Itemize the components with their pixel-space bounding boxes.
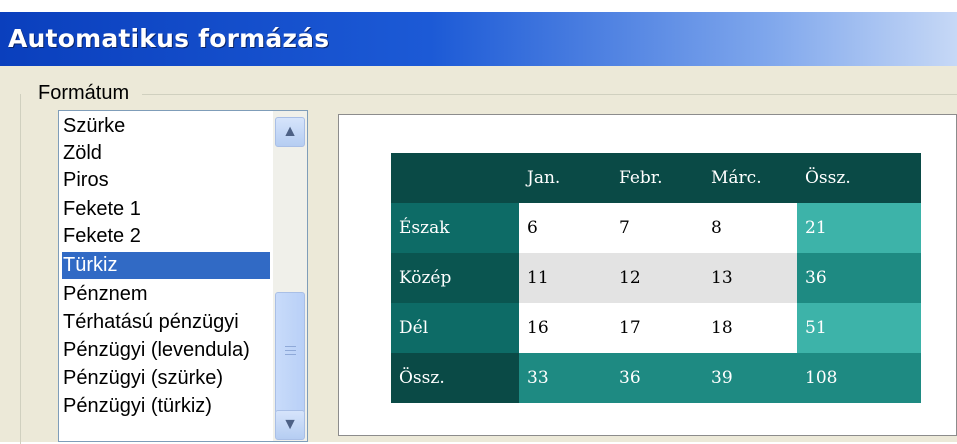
scroll-thumb[interactable] <box>275 292 305 414</box>
format-list-item[interactable]: Fekete 1 <box>63 196 141 223</box>
group-border-top <box>142 94 957 95</box>
total-cell: 33 <box>519 353 611 403</box>
table-cell: 17 <box>611 303 703 353</box>
table-total-row: Össz. 33 36 39 108 <box>391 353 921 403</box>
row-header-cell: Észak <box>391 203 519 253</box>
table-cell: 13 <box>703 253 797 303</box>
chevron-up-icon: ▲ <box>282 123 298 140</box>
format-list-item[interactable]: Pénzügyi (levendula) <box>63 337 250 364</box>
table-cell: 7 <box>611 203 703 253</box>
header-cell: Márc. <box>703 153 797 203</box>
format-list-item[interactable]: Zöld <box>63 140 102 167</box>
table-cell: 12 <box>611 253 703 303</box>
format-listbox[interactable]: Szürke Zöld Piros Fekete 1 Fekete 2 Türk… <box>58 110 308 442</box>
format-list-item-selected[interactable]: Türkiz <box>62 252 270 279</box>
format-group-caption: Formátum <box>33 82 135 105</box>
dialog-title-bar[interactable]: Automatikus formázás <box>0 12 957 66</box>
grip-line <box>285 354 296 355</box>
format-list-item[interactable]: Szürke <box>63 113 125 140</box>
format-list-item[interactable]: Pénznem <box>63 281 148 308</box>
total-cell: 36 <box>611 353 703 403</box>
table-row: Közép 11 12 13 36 <box>391 253 921 303</box>
sum-cell: 36 <box>797 253 921 303</box>
grip-line <box>285 350 296 351</box>
grip-line <box>285 346 296 347</box>
total-cell: 108 <box>797 353 921 403</box>
sum-cell: 21 <box>797 203 921 253</box>
group-border-left <box>20 94 21 444</box>
header-cell: Jan. <box>519 153 611 203</box>
table-header-row: Jan. Febr. Márc. Össz. <box>391 153 921 203</box>
scroll-up-button[interactable]: ▲ <box>275 117 305 147</box>
dialog-body: Formátum Szürke Zöld Piros Fekete 1 Feke… <box>0 66 957 444</box>
total-cell: 39 <box>703 353 797 403</box>
format-list-item[interactable]: Fekete 2 <box>63 223 141 250</box>
row-header-cell: Össz. <box>391 353 519 403</box>
chevron-down-icon: ▼ <box>282 416 298 433</box>
table-row: Észak 6 7 8 21 <box>391 203 921 253</box>
table-cell: 8 <box>703 203 797 253</box>
table-cell: 16 <box>519 303 611 353</box>
row-header-cell: Dél <box>391 303 519 353</box>
dialog-title: Automatikus formázás <box>8 24 330 53</box>
scroll-down-button[interactable]: ▼ <box>275 410 305 440</box>
header-cell: Febr. <box>611 153 703 203</box>
table-row: Dél 16 17 18 51 <box>391 303 921 353</box>
sum-cell: 51 <box>797 303 921 353</box>
format-list-item[interactable]: Piros <box>63 167 109 194</box>
preview-table: Jan. Febr. Márc. Össz. Észak 6 7 8 21 Kö… <box>391 153 921 403</box>
table-cell: 18 <box>703 303 797 353</box>
header-cell: Össz. <box>797 153 921 203</box>
table-cell: 6 <box>519 203 611 253</box>
listbox-scrollbar[interactable]: ▲ ▼ <box>273 111 307 441</box>
table-cell: 11 <box>519 253 611 303</box>
header-cell <box>391 153 519 203</box>
format-list-item[interactable]: Pénzügyi (türkiz) <box>63 393 212 420</box>
format-preview: Jan. Febr. Márc. Össz. Észak 6 7 8 21 Kö… <box>338 114 957 436</box>
format-list-item[interactable]: Térhatású pénzügyi <box>63 309 239 336</box>
row-header-cell: Közép <box>391 253 519 303</box>
format-list-item[interactable]: Pénzügyi (szürke) <box>63 365 223 392</box>
